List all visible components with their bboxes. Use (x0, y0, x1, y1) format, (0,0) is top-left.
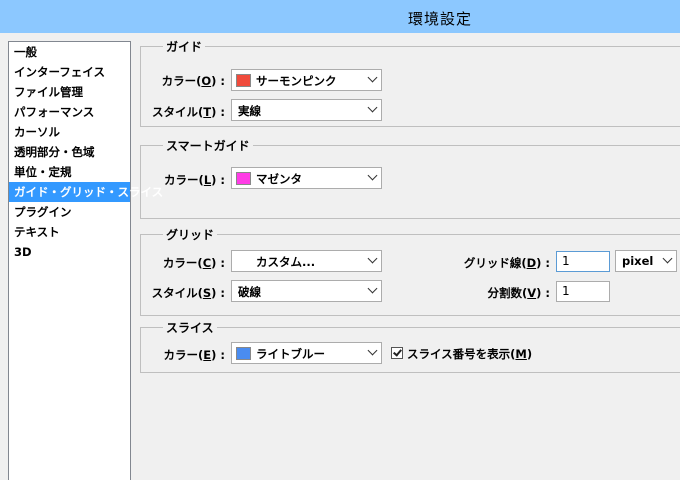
checkmark-icon (393, 347, 402, 357)
slice-color-label: カラー(E) : (163, 348, 225, 362)
smart-guide-color-select[interactable]: マゼンタ (231, 167, 382, 189)
grid-section-title: グリッド (163, 226, 218, 243)
slice-color-select[interactable]: ライトブルー (231, 342, 382, 364)
guide-color-label: カラー(O) : (161, 74, 225, 88)
window-title: 環境設定 (407, 10, 472, 28)
guide-section-title: ガイド (163, 38, 206, 55)
sidebar-item-interface[interactable]: インターフェイス (9, 62, 130, 82)
guide-color-swatch (236, 74, 251, 87)
category-list[interactable]: 一般 インターフェイス ファイル管理 パフォーマンス カーソル 透明部分・色域 … (8, 41, 163, 480)
sidebar-item-general[interactable]: 一般 (9, 42, 130, 62)
sidebar-item-cursors[interactable]: カーソル (9, 122, 130, 142)
grid-color-select[interactable]: カスタム... (231, 250, 382, 272)
guide-style-select[interactable]: 実線 (231, 99, 382, 121)
chevron-down-icon (367, 170, 378, 181)
sidebar-item-file-handling[interactable]: ファイル管理 (9, 82, 130, 102)
gridline-input[interactable]: 1 (556, 251, 610, 272)
sidebar-item-plugins[interactable]: プラグイン (9, 202, 130, 222)
chevron-down-icon (367, 102, 378, 113)
grid-section: グリッド (140, 226, 680, 316)
sidebar-item-guides-grid-slices[interactable]: ガイド・グリッド・スライス (9, 182, 163, 202)
grid-color-label: カラー(C) : (162, 256, 225, 270)
sidebar-item-3d[interactable]: 3D (9, 242, 130, 262)
sidebar-item-type[interactable]: テキスト (9, 222, 130, 242)
subdivision-input[interactable]: 1 (556, 281, 610, 302)
show-slice-number-checkbox[interactable] (391, 347, 403, 359)
smart-guide-color-label: カラー(L) : (164, 173, 225, 187)
chevron-down-icon (367, 345, 378, 356)
sidebar-item-transparency[interactable]: 透明部分・色域 (9, 142, 130, 162)
sidebar-item-units-rulers[interactable]: 単位・定規 (9, 162, 130, 182)
gridline-label: グリッド線(D) : (463, 256, 550, 270)
chevron-down-icon (662, 253, 673, 264)
chevron-down-icon (367, 72, 378, 83)
title-bar: 環境設定 (0, 0, 680, 33)
chevron-down-icon (367, 283, 378, 294)
guide-color-select[interactable]: サーモンピンク (231, 69, 382, 91)
sidebar-item-performance[interactable]: パフォーマンス (9, 102, 130, 122)
smart-guide-section-title: スマートガイド (163, 137, 253, 154)
show-slice-number-label[interactable]: スライス番号を表示(M) (407, 346, 532, 362)
smart-guide-color-swatch (236, 172, 251, 185)
slice-section-title: スライス (163, 319, 217, 336)
grid-unit-select[interactable]: pixel (615, 250, 677, 272)
slice-color-swatch (236, 347, 251, 360)
chevron-down-icon (367, 253, 378, 264)
grid-style-select[interactable]: 破線 (231, 280, 382, 302)
guide-style-label: スタイル(T) : (152, 105, 225, 119)
grid-style-label: スタイル(S) : (151, 286, 225, 300)
subdivision-label: 分割数(V) : (487, 286, 550, 300)
